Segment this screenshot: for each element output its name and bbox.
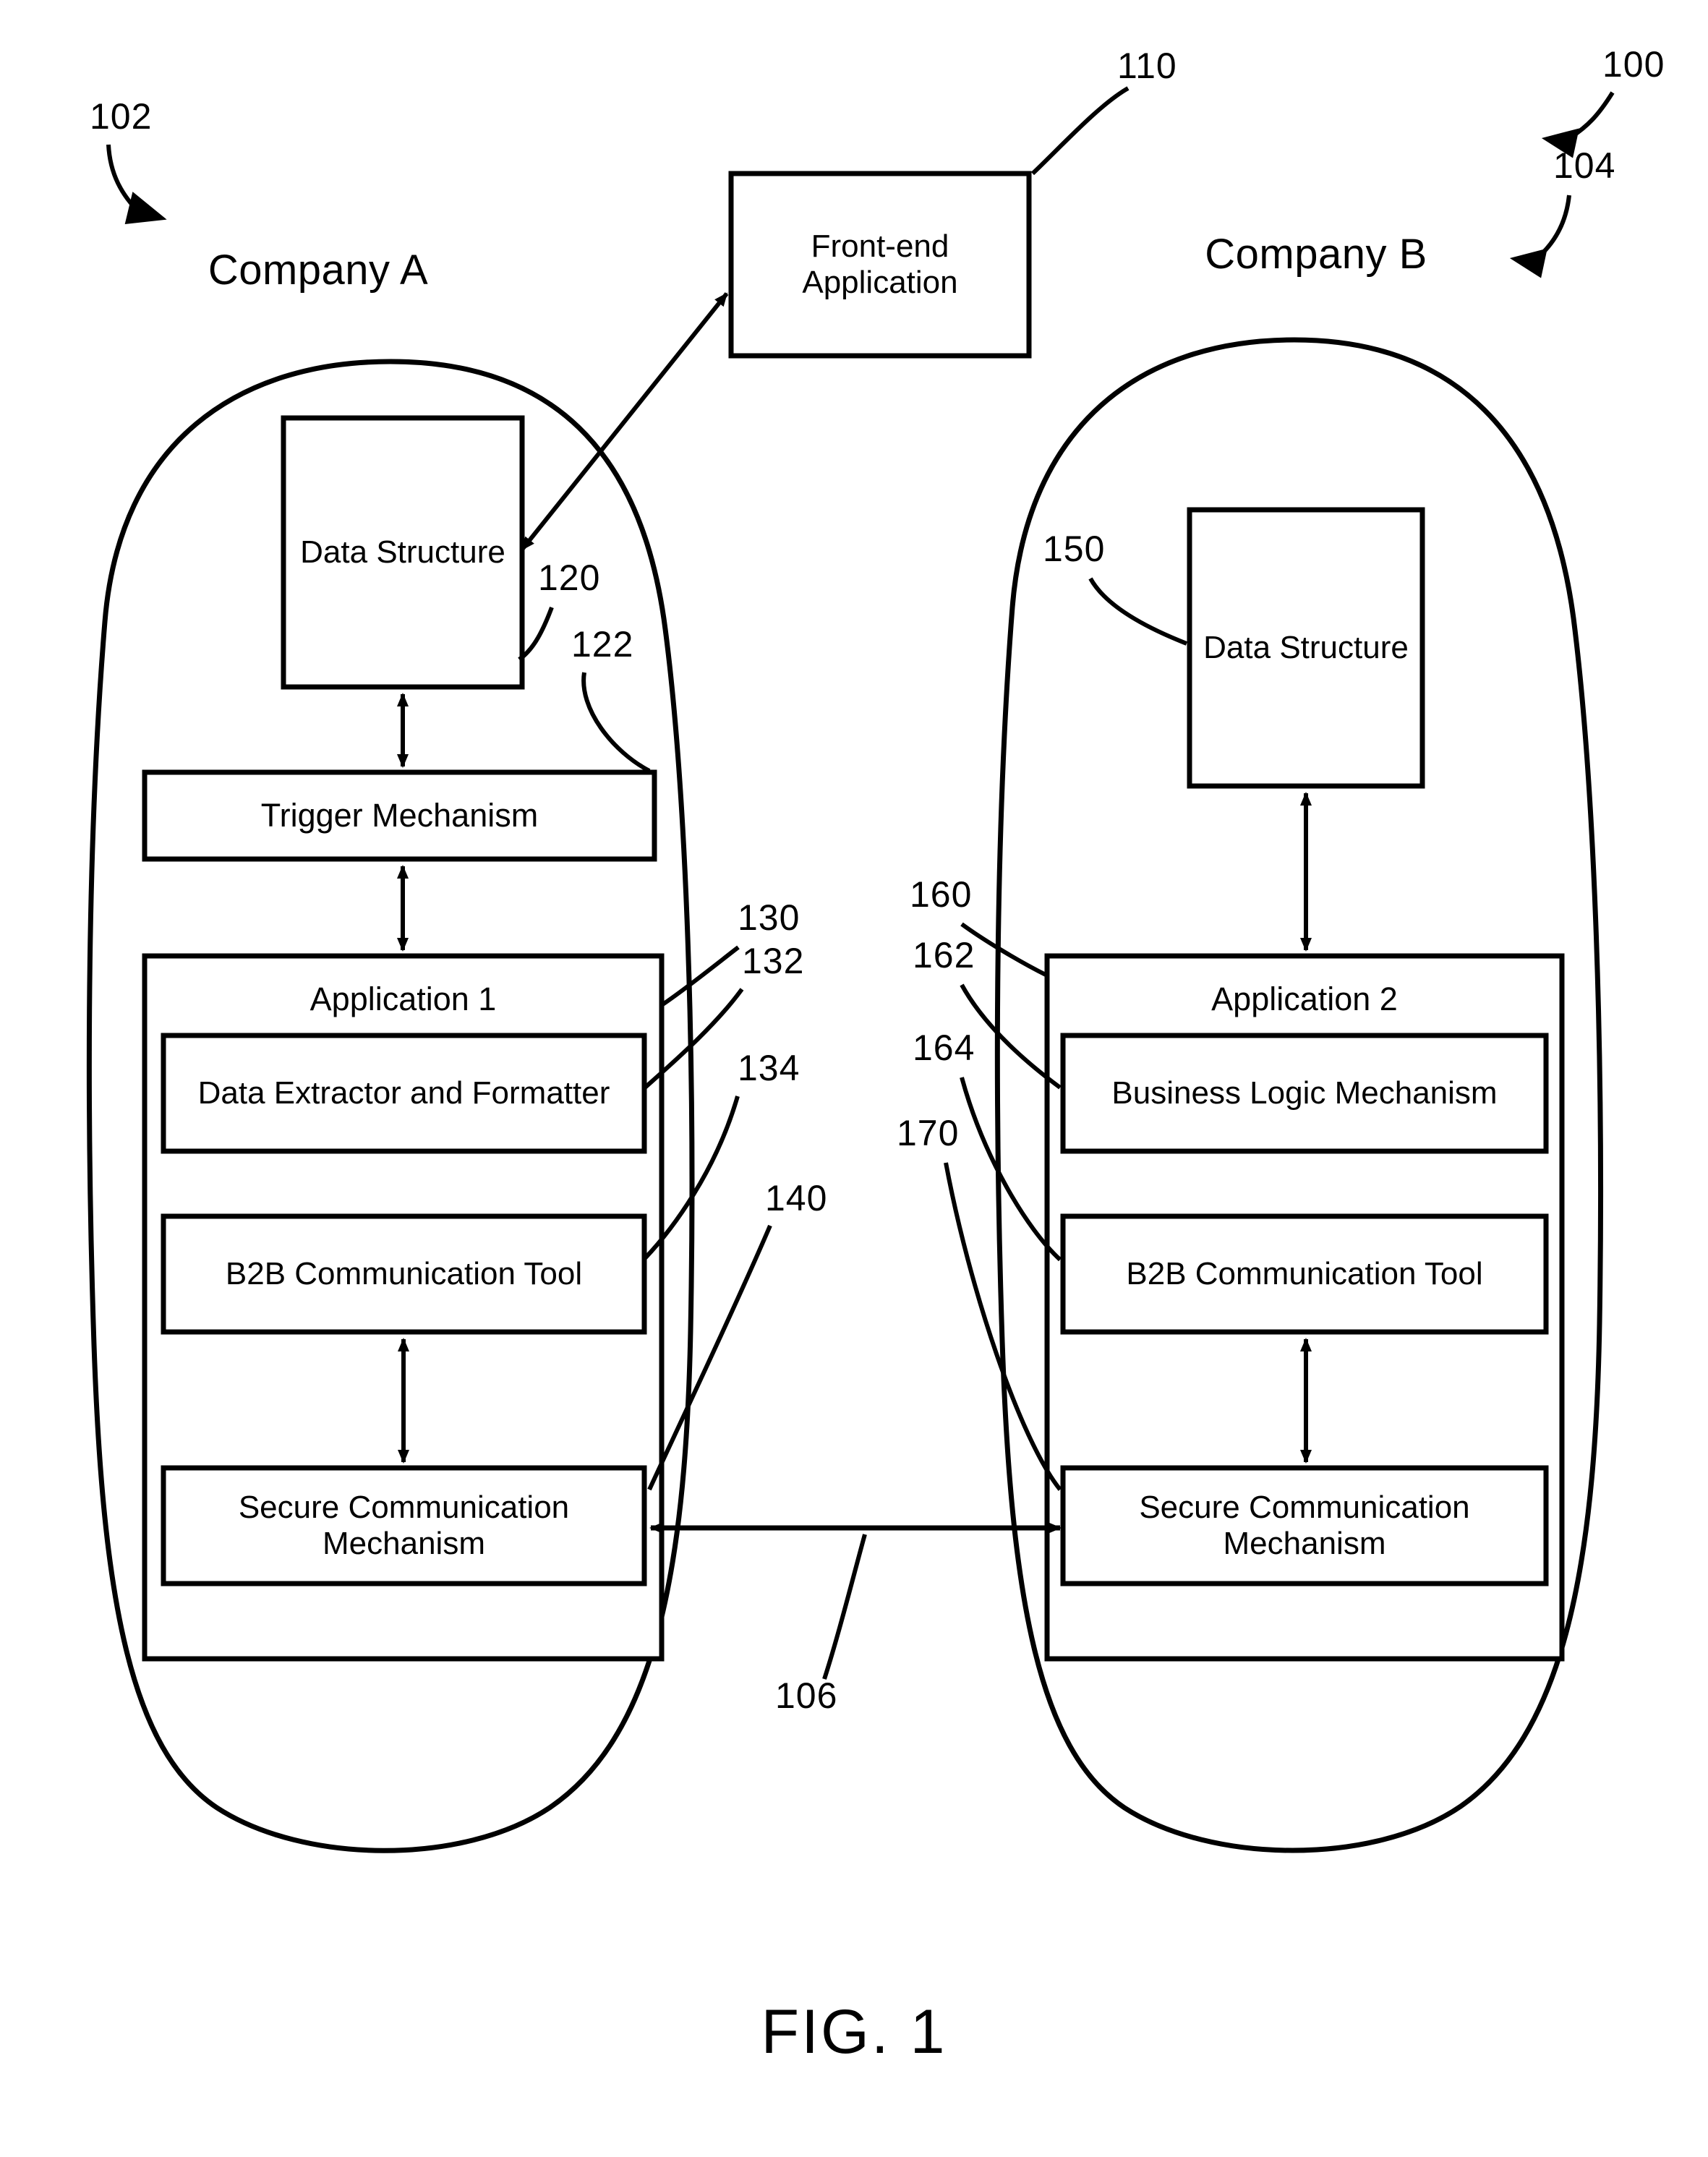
leader-110 [1030,86,1130,176]
leader-122 [581,672,651,773]
leader-106 [822,1534,867,1680]
trigger-mechanism-label: Trigger Mechanism [260,797,539,834]
b2b-communication-tool-a-label: B2B Communication Tool [225,1256,583,1291]
leader-140 [647,1224,772,1491]
data-structure-b-label: Data Structure [1203,630,1409,665]
secure-communication-mechanism-b-label: Secure Communication Mechanism [1139,1490,1470,1561]
secure-communication-mechanism-a-label: Secure Communication Mechanism [238,1490,570,1561]
front-end-application-label: Front-end Application [802,228,958,300]
b2b-communication-tool-b-label: B2B Communication Tool [1126,1256,1483,1291]
patent-figure: Company A Company B 100 102 104 106 110 … [0,0,1708,2157]
leader-130 [660,945,740,1007]
business-logic-mechanism-label: Business Logic Mechanism [1111,1075,1498,1111]
data-extractor-and-formatter-label: Data Extractor and Formatter [197,1075,610,1111]
application-1-label: Application 1 [309,981,497,1017]
leader-104 [1537,195,1571,259]
leader-160 [960,922,1047,977]
leader-150 [1088,577,1188,646]
application-2-label: Application 2 [1211,981,1398,1017]
arrow-data-structure-a-to-front-end [520,292,729,551]
data-structure-a-label: Data Structure [300,534,505,570]
